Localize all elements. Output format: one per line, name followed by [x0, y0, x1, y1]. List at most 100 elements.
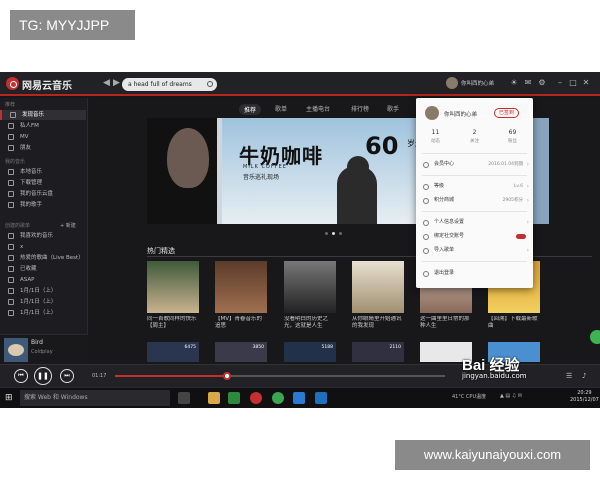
forward-arrow-icon[interactable]: ▶: [113, 79, 122, 88]
playlist-caption[interactable]: 同一首歌同样的快乐【周主】: [147, 316, 199, 330]
explorer-icon[interactable]: [208, 392, 220, 404]
close-icon[interactable]: ✕: [582, 79, 590, 87]
playlist-item[interactable]: ASAP: [0, 275, 86, 285]
carousel-dot[interactable]: [339, 232, 342, 235]
windows-start-icon[interactable]: ⊞: [5, 393, 15, 403]
sidebar-item-cloud[interactable]: 我的音乐云盘: [0, 189, 86, 199]
menu-item-vip[interactable]: 会员中心 2016.01.04到期 ›: [416, 159, 533, 170]
search-input[interactable]: a head full of dreams: [122, 78, 217, 91]
menu-item-logout[interactable]: 退出登录: [416, 268, 533, 279]
gear-icon[interactable]: ⚙: [538, 79, 546, 87]
stat-following[interactable]: 2 关注: [458, 129, 491, 144]
menu-item-import-playlist[interactable]: 导入歌单 ›: [416, 245, 533, 256]
radio-icon: [8, 123, 14, 129]
store-icon[interactable]: [228, 392, 240, 404]
playlist-card[interactable]: 6475: [147, 342, 199, 362]
sidebar-item-friends[interactable]: 朋友: [0, 143, 86, 153]
app-icon[interactable]: [315, 392, 327, 404]
back-arrow-icon[interactable]: ◀: [103, 79, 112, 88]
sidebar-item-discover[interactable]: 发现音乐: [0, 110, 86, 120]
playlist-cover[interactable]: [284, 261, 336, 313]
playlist-item[interactable]: x: [0, 242, 86, 252]
carousel-dot-active[interactable]: [332, 232, 335, 235]
playlist-item[interactable]: 1月/1日（上）: [0, 297, 86, 307]
netease-music-taskbar-icon[interactable]: [250, 392, 262, 404]
search-icon[interactable]: [207, 81, 213, 87]
tab-recommend[interactable]: 推荐: [239, 104, 262, 115]
local-music-icon: [8, 169, 14, 175]
maximize-icon[interactable]: □: [569, 79, 577, 87]
stat-followers[interactable]: 69 粉丝: [496, 129, 529, 144]
tab-artists[interactable]: 歌手: [387, 104, 399, 113]
playlist-item[interactable]: 1月/1日（上）: [0, 308, 86, 318]
checkin-button[interactable]: 已签到: [494, 108, 520, 118]
user-avatar[interactable]: [446, 77, 458, 89]
album-cover[interactable]: [4, 338, 28, 362]
menu-item-bind-social[interactable]: 绑定社交账号: [416, 231, 533, 242]
tab-playlists[interactable]: 歌单: [275, 104, 287, 113]
playlist-item[interactable]: 已收藏: [0, 264, 86, 274]
pause-button[interactable]: ❚❚: [34, 367, 52, 385]
floating-action-button[interactable]: [590, 330, 600, 344]
popup-user-name[interactable]: 你叫西的心弟: [444, 110, 477, 118]
popup-avatar[interactable]: [425, 106, 439, 120]
section-title: 热门精选: [147, 247, 175, 255]
stat-events[interactable]: 11 动态: [419, 129, 452, 144]
playlist-card[interactable]: 【MV】青春音乐的追思: [215, 261, 267, 330]
playlist-item[interactable]: 我喜欢的音乐: [0, 231, 86, 241]
mail-icon[interactable]: ✉: [524, 79, 532, 87]
tab-radio[interactable]: 主播电台: [306, 104, 330, 113]
playlist-caption[interactable]: 从你眼睛里开始通讯的我发现: [352, 316, 404, 330]
user-menu-popup: 你叫西的心弟 已签到 11 动态 2 关注 69 粉丝 会员中心 2016.01.04到…: [416, 98, 533, 288]
carousel-dot[interactable]: [325, 232, 328, 235]
watermark-bottom: www.kaiyunaiyouxi.com: [395, 440, 590, 470]
sidebar-item-fm[interactable]: 私人FM: [0, 121, 86, 131]
taskbar-search[interactable]: 搜索 Web 和 Windows: [20, 390, 170, 406]
playlist-queue-icon[interactable]: ☰: [566, 372, 574, 380]
next-button[interactable]: ⏭: [60, 369, 74, 383]
progress-handle[interactable]: [223, 372, 232, 380]
menu-item-profile-settings[interactable]: 个人信息设置 ›: [416, 217, 533, 228]
title-bar: 网易云音乐 ◀ ▶ a head full of dreams 你叫西的心弟 ☀…: [0, 72, 600, 96]
playlist-cover[interactable]: [147, 261, 199, 313]
menu-item-level[interactable]: 等级 Lv.6 ›: [416, 181, 533, 192]
sidebar-item-mv[interactable]: MV: [0, 132, 86, 142]
progress-bar[interactable]: [115, 372, 445, 380]
import-icon: [423, 248, 429, 254]
playlist-card[interactable]: 3850: [215, 342, 267, 362]
social-badge-icon: [516, 234, 526, 239]
level-icon: [423, 184, 429, 190]
lyrics-icon[interactable]: ♪: [582, 372, 590, 380]
playlist-card[interactable]: 没看明白的历史之光，这就是人生: [284, 261, 336, 330]
playlist-card[interactable]: 从你眼睛里开始通讯的我发现: [352, 261, 404, 330]
menu-item-points-mall[interactable]: 积分商城 2905积分 ›: [416, 195, 533, 206]
previous-button[interactable]: ⏮: [14, 369, 28, 383]
browser-icon[interactable]: [293, 392, 305, 404]
playlist-icon: [8, 310, 14, 316]
skin-icon[interactable]: ☀: [510, 79, 518, 87]
playlist-card[interactable]: 5188: [284, 342, 336, 362]
task-view-icon[interactable]: [178, 392, 190, 404]
new-playlist-button[interactable]: + 新建: [60, 222, 76, 229]
playlist-caption[interactable]: 这一曲里里日常的那种人生: [420, 316, 472, 330]
playlist-caption[interactable]: 【MV】青春音乐的追思: [215, 316, 267, 330]
playlist-caption[interactable]: 没看明白的历史之光，这就是人生: [284, 316, 336, 330]
user-name[interactable]: 你叫西的心弟: [461, 79, 494, 87]
tab-charts[interactable]: 排行榜: [351, 104, 369, 113]
playlist-card[interactable]: 同一首歌同样的快乐【周主】: [147, 261, 199, 330]
clock[interactable]: 20:29 2015/12/07: [570, 390, 599, 404]
playlist-item[interactable]: 1月/1日（上）: [0, 286, 86, 296]
playlist-item[interactable]: 热爱的歌曲（Live Best）: [0, 253, 86, 263]
system-tray-icons[interactable]: ▲ ▤ ♫ ✉: [500, 393, 522, 399]
playlist-cover[interactable]: [352, 261, 404, 313]
playlist-card[interactable]: 2110: [352, 342, 404, 362]
chat-app-icon[interactable]: [272, 392, 284, 404]
sidebar-item-downloads[interactable]: 下载管理: [0, 178, 86, 188]
playlist-caption[interactable]: 【回溯】下载最新歌曲: [488, 316, 540, 330]
playlist-cover[interactable]: [215, 261, 267, 313]
banner-person: [337, 166, 377, 224]
sidebar-item-local[interactable]: 本地音乐: [0, 167, 86, 177]
mini-now-playing[interactable]: Bird Coldplay: [0, 334, 88, 364]
sidebar-item-artists[interactable]: 我的歌手: [0, 200, 86, 210]
minimize-icon[interactable]: –: [556, 79, 564, 87]
